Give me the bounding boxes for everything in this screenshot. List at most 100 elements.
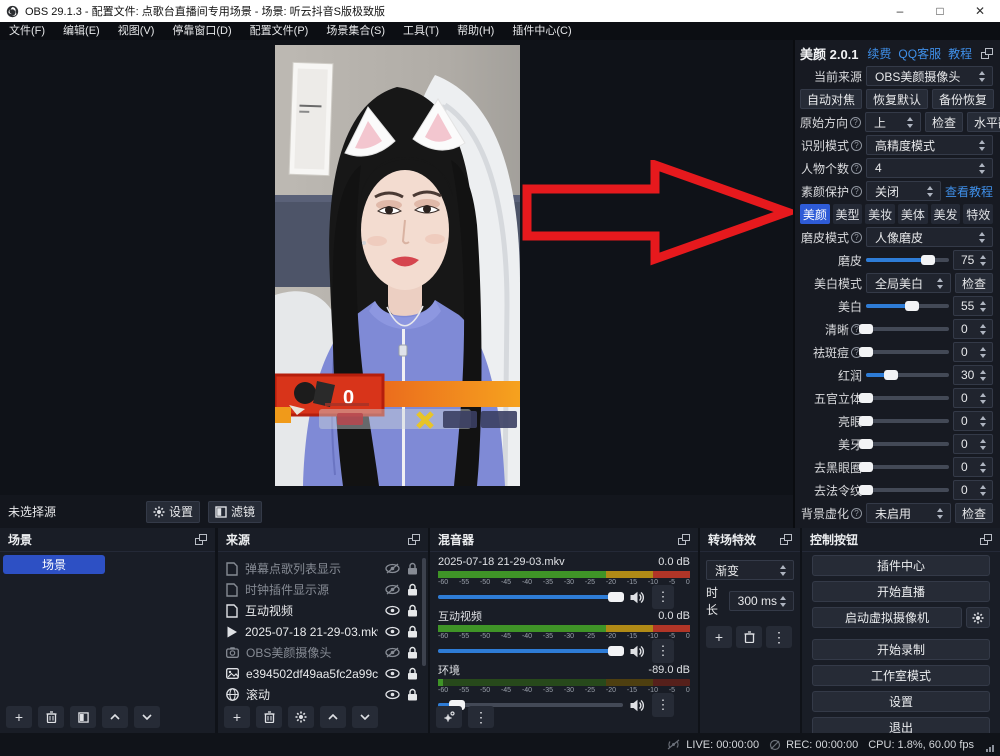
- clarity-spinbox[interactable]: 0: [953, 319, 993, 339]
- slider-handle[interactable]: [905, 301, 919, 311]
- preview-canvas[interactable]: 0: [275, 45, 520, 486]
- rosy-spinbox[interactable]: 30: [953, 365, 993, 385]
- slider-handle[interactable]: [859, 416, 873, 426]
- tab-body[interactable]: 美体: [898, 204, 928, 224]
- bg-blur-dropdown[interactable]: 未启用: [866, 503, 951, 523]
- whiten-slider[interactable]: [866, 304, 949, 308]
- move-scene-down-button[interactable]: [134, 706, 160, 728]
- blemish-spinbox[interactable]: 0: [953, 342, 993, 362]
- advanced-audio-button[interactable]: [436, 706, 462, 728]
- menu-profile[interactable]: 配置文件(P): [241, 22, 318, 40]
- sources-scrollbar[interactable]: [422, 558, 426, 666]
- popout-icon[interactable]: [408, 534, 420, 545]
- renew-link[interactable]: 续费: [867, 45, 891, 62]
- makeup-protect-dropdown[interactable]: 关闭: [866, 181, 941, 201]
- smooth-mode-dropdown[interactable]: 人像磨皮: [866, 227, 993, 247]
- tab-beauty[interactable]: 美颜: [800, 204, 830, 224]
- menu-help[interactable]: 帮助(H): [448, 22, 503, 40]
- maximize-button[interactable]: □: [920, 0, 960, 22]
- slider-handle[interactable]: [608, 646, 624, 656]
- virtual-camera-settings-button[interactable]: [966, 607, 990, 628]
- dark-circles-slider[interactable]: [866, 465, 949, 469]
- menu-view[interactable]: 视图(V): [109, 22, 164, 40]
- popout-icon[interactable]: [980, 534, 992, 545]
- minimize-button[interactable]: –: [880, 0, 920, 22]
- horizontal-flip-button[interactable]: 水平翻转: [967, 112, 1000, 132]
- help-icon[interactable]: ?: [851, 186, 862, 197]
- teeth-spinbox[interactable]: 0: [953, 434, 993, 454]
- source-row[interactable]: 滚动: [218, 684, 428, 705]
- speaker-icon[interactable]: [630, 699, 645, 712]
- lock-icon[interactable]: [407, 688, 418, 701]
- backup-restore-button[interactable]: 备份恢复: [932, 89, 994, 109]
- whiten-check-button[interactable]: 检查: [955, 273, 993, 293]
- add-transition-button[interactable]: +: [706, 626, 732, 648]
- close-button[interactable]: ✕: [960, 0, 1000, 22]
- source-properties-button[interactable]: [288, 706, 314, 728]
- menu-docks[interactable]: 停靠窗口(D): [163, 22, 240, 40]
- lock-icon[interactable]: [407, 604, 418, 617]
- lock-icon[interactable]: [407, 562, 418, 575]
- menu-tools[interactable]: 工具(T): [394, 22, 448, 40]
- popout-icon[interactable]: [780, 534, 792, 545]
- menu-file[interactable]: 文件(F): [0, 22, 54, 40]
- tab-effects[interactable]: 特效: [963, 204, 993, 224]
- help-icon[interactable]: ?: [850, 117, 861, 128]
- face-3d-slider[interactable]: [866, 396, 949, 400]
- source-settings-button[interactable]: 设置: [146, 501, 200, 523]
- transition-menu-button[interactable]: ⋮: [766, 626, 792, 648]
- bright-eyes-slider[interactable]: [866, 419, 949, 423]
- channel-menu-button[interactable]: ⋮: [652, 693, 674, 717]
- teeth-slider[interactable]: [866, 442, 949, 446]
- eye-hidden-icon[interactable]: [385, 584, 400, 595]
- slider-handle[interactable]: [859, 462, 873, 472]
- orientation-check-button[interactable]: 检查: [925, 112, 963, 132]
- add-scene-button[interactable]: +: [6, 706, 32, 728]
- source-filters-button[interactable]: 滤镜: [208, 501, 262, 523]
- channel-menu-button[interactable]: ⋮: [652, 639, 674, 663]
- blemish-slider[interactable]: [866, 350, 949, 354]
- settings-button[interactable]: 设置: [812, 691, 990, 712]
- help-icon[interactable]: ?: [851, 232, 862, 243]
- tab-hair[interactable]: 美发: [931, 204, 961, 224]
- dark-circles-spinbox[interactable]: 0: [953, 457, 993, 477]
- slider-handle[interactable]: [884, 370, 898, 380]
- help-icon[interactable]: ?: [851, 140, 862, 151]
- eye-hidden-icon[interactable]: [385, 647, 400, 658]
- start-virtual-camera-button[interactable]: 启动虚拟摄像机: [812, 607, 962, 628]
- source-row[interactable]: e394502df49aa5fc2a99cd2e7c: [218, 663, 428, 684]
- speaker-icon[interactable]: [630, 645, 645, 658]
- whiten-mode-dropdown[interactable]: 全局美白: [866, 273, 951, 293]
- start-recording-button[interactable]: 开始录制: [812, 639, 990, 660]
- channel-menu-button[interactable]: ⋮: [652, 585, 674, 609]
- bg-blur-check-button[interactable]: 检查: [955, 503, 993, 523]
- current-source-dropdown[interactable]: OBS美颜摄像头: [866, 66, 993, 86]
- lock-icon[interactable]: [407, 646, 418, 659]
- slider-handle[interactable]: [859, 324, 873, 334]
- eye-visible-icon[interactable]: [385, 605, 400, 616]
- start-streaming-button[interactable]: 开始直播: [812, 581, 990, 602]
- smooth-spinbox[interactable]: 75: [953, 250, 993, 270]
- studio-mode-button[interactable]: 工作室模式: [812, 665, 990, 686]
- tutorial-link[interactable]: 教程: [948, 45, 972, 62]
- clarity-slider[interactable]: [866, 327, 949, 331]
- eye-visible-icon[interactable]: [385, 626, 400, 637]
- recognition-mode-dropdown[interactable]: 高精度模式: [866, 135, 993, 155]
- scene-filters-button[interactable]: [70, 706, 96, 728]
- restore-default-button[interactable]: 恢复默认: [866, 89, 928, 109]
- lock-icon[interactable]: [407, 667, 418, 680]
- volume-slider[interactable]: [438, 649, 623, 653]
- tab-makeup[interactable]: 美妆: [865, 204, 895, 224]
- volume-slider[interactable]: [438, 595, 623, 599]
- slider-handle[interactable]: [608, 592, 624, 602]
- slider-handle[interactable]: [859, 393, 873, 403]
- source-row[interactable]: 时钟插件显示源: [218, 579, 428, 600]
- transition-type-dropdown[interactable]: 渐变: [706, 560, 794, 580]
- source-row[interactable]: OBS美颜摄像头: [218, 642, 428, 663]
- nasolabial-spinbox[interactable]: 0: [953, 480, 993, 500]
- people-count-spinbox[interactable]: 4: [866, 158, 993, 178]
- menu-edit[interactable]: 编辑(E): [54, 22, 109, 40]
- popout-icon[interactable]: [195, 534, 207, 545]
- move-source-down-button[interactable]: [352, 706, 378, 728]
- slider-handle[interactable]: [859, 439, 873, 449]
